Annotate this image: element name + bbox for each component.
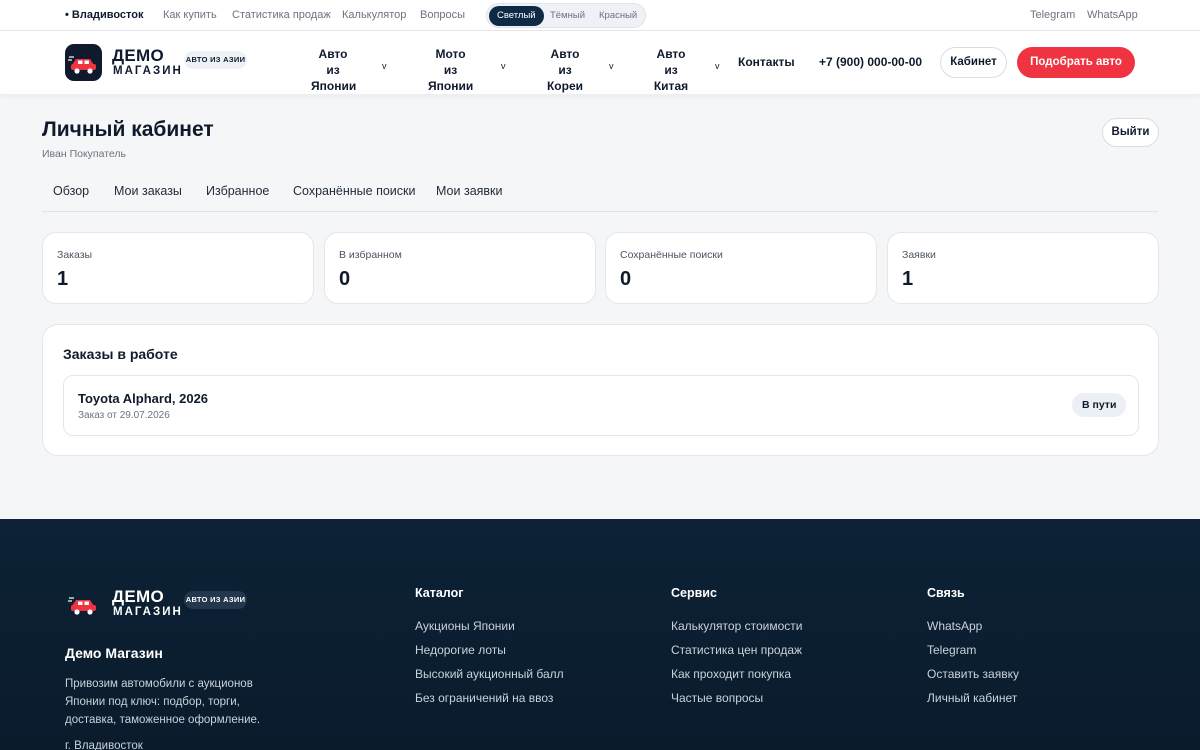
page-title: Личный кабинет [42,118,214,141]
footer-link-high-score[interactable]: Высокий аукционный балл [415,667,564,681]
footer-logo-car-icon[interactable] [65,585,102,622]
footer-link-cheap-lots[interactable]: Недорогие лоты [415,643,506,657]
tab-my-requests[interactable]: Мои заявки [436,184,503,198]
site-footer: ДЕМО МАГАЗИН АВТО ИЗ АЗИИ Демо Магазин П… [0,519,1200,750]
link-sales-stats[interactable]: Статистика продаж [232,9,331,21]
user-name: Иван Покупатель [42,148,126,160]
chevron-down-icon[interactable]: v [609,61,614,71]
footer-link-how-purchase[interactable]: Как проходит покупка [671,667,791,681]
footer-contact-heading: Связь [927,586,965,600]
top-bar: • Владивосток Как купить Статистика прод… [0,0,1200,31]
theme-light-option[interactable]: Светлый [489,6,544,26]
stat-card-saved-searches: Сохранённые поиски 0 [605,232,877,304]
logo-title[interactable]: ДЕМО [112,46,164,66]
nav-auto-japan-line2: Японии [311,79,357,93]
nav-auto-korea-line1: Авто из [550,47,580,77]
link-telegram[interactable]: Telegram [1030,9,1075,21]
nav-auto-korea[interactable]: Авто из Кореи [543,46,587,94]
footer-link-cost-calculator[interactable]: Калькулятор стоимости [671,619,802,633]
logo-car-icon[interactable] [65,44,102,81]
footer-link-price-stats[interactable]: Статистика цен продаж [671,643,802,657]
order-status-badge: В пути [1072,393,1127,417]
nav-moto-japan[interactable]: Мото из Японии [428,46,473,94]
tab-my-orders[interactable]: Мои заказы [114,184,182,198]
nav-auto-china[interactable]: Авто из Китая [649,46,693,94]
footer-city: г. Владивосток [65,740,143,750]
nav-auto-china-line1: Авто из [656,47,686,77]
order-date: Заказ от 29.07.2026 [78,410,170,421]
stat-value: 1 [902,268,914,290]
link-calculator[interactable]: Калькулятор [342,9,406,21]
footer-link-japan-auctions[interactable]: Аукционы Японии [415,619,515,633]
tab-overview[interactable]: Обзор [53,184,89,198]
stat-value: 1 [57,268,69,290]
tab-saved-searches[interactable]: Сохранённые поиски [293,184,415,198]
pick-car-button[interactable]: Подобрать авто [1017,47,1135,78]
link-how-to-buy[interactable]: Как купить [163,9,217,21]
footer-description: Привозим автомобили с аукционов Японии п… [65,678,261,726]
stat-card-favorites: В избранном 0 [324,232,596,304]
city-selector[interactable]: • Владивосток [65,9,143,21]
theme-red-option[interactable]: Красный [591,6,645,26]
footer-service-heading: Сервис [671,586,717,600]
stat-value: 0 [620,268,632,290]
stat-card-orders: Заказы 1 [42,232,314,304]
phone-number[interactable]: +7 (900) 000-00-00 [819,55,922,69]
footer-logo-badge: АВТО ИЗ АЗИИ [184,591,247,609]
orders-section-title: Заказы в работе [63,346,178,362]
nav-auto-japan[interactable]: Авто из Японии [311,46,357,94]
nav-moto-japan-line1: Мото из [435,47,466,77]
stat-value: 0 [339,268,351,290]
footer-link-leave-request[interactable]: Оставить заявку [927,667,1019,681]
stat-label: В избранном [339,249,402,261]
footer-logo-subtitle[interactable]: МАГАЗИН [113,606,183,618]
footer-catalog-heading: Каталог [415,586,464,600]
footer-link-faq[interactable]: Частые вопросы [671,691,763,705]
footer-brand-name: Демо Магазин [65,645,163,661]
link-whatsapp[interactable]: WhatsApp [1087,9,1138,21]
footer-link-whatsapp[interactable]: WhatsApp [927,619,982,633]
logout-button[interactable]: Выйти [1102,118,1159,147]
theme-dark-option[interactable]: Тёмный [542,6,593,26]
stat-label: Заявки [902,249,936,261]
footer-logo-title[interactable]: ДЕМО [112,587,164,607]
chevron-down-icon[interactable]: v [715,61,720,71]
footer-link-telegram[interactable]: Telegram [927,643,976,657]
stat-label: Заказы [57,249,93,261]
nav-auto-china-line2: Китая [653,79,689,93]
footer-link-cabinet[interactable]: Личный кабинет [927,691,1017,705]
order-car-name: Toyota Alphard, 2026 [78,391,209,406]
order-item[interactable]: Toyota Alphard, 2026 Заказ от 29.07.2026… [63,375,1139,436]
logo-subtitle[interactable]: МАГАЗИН [113,65,183,77]
nav-contacts[interactable]: Контакты [738,55,795,69]
nav-auto-korea-line2: Кореи [546,79,584,93]
stat-label: Сохранённые поиски [620,249,723,261]
nav-moto-japan-line2: Японии [428,79,474,93]
stat-card-requests: Заявки 1 [887,232,1159,304]
footer-link-no-restrictions[interactable]: Без ограничений на ввоз [415,691,553,705]
account-tabs: Обзор Мои заказы Избранное Сохранённые п… [42,172,1158,212]
tab-favorites[interactable]: Избранное [206,184,269,198]
chevron-down-icon[interactable]: v [382,61,387,71]
main-header: ДЕМО МАГАЗИН АВТО ИЗ АЗИИ Авто из Японии… [0,31,1200,94]
chevron-down-icon[interactable]: v [501,61,506,71]
nav-auto-japan-line1: Авто из [318,47,348,77]
logo-badge: АВТО ИЗ АЗИИ [184,51,247,69]
orders-in-progress-card: Заказы в работе Toyota Alphard, 2026 Зак… [42,324,1159,456]
cabinet-button[interactable]: Кабинет [940,47,1007,78]
theme-switcher: Светлый Тёмный Красный [486,3,646,28]
link-faq[interactable]: Вопросы [420,9,465,21]
